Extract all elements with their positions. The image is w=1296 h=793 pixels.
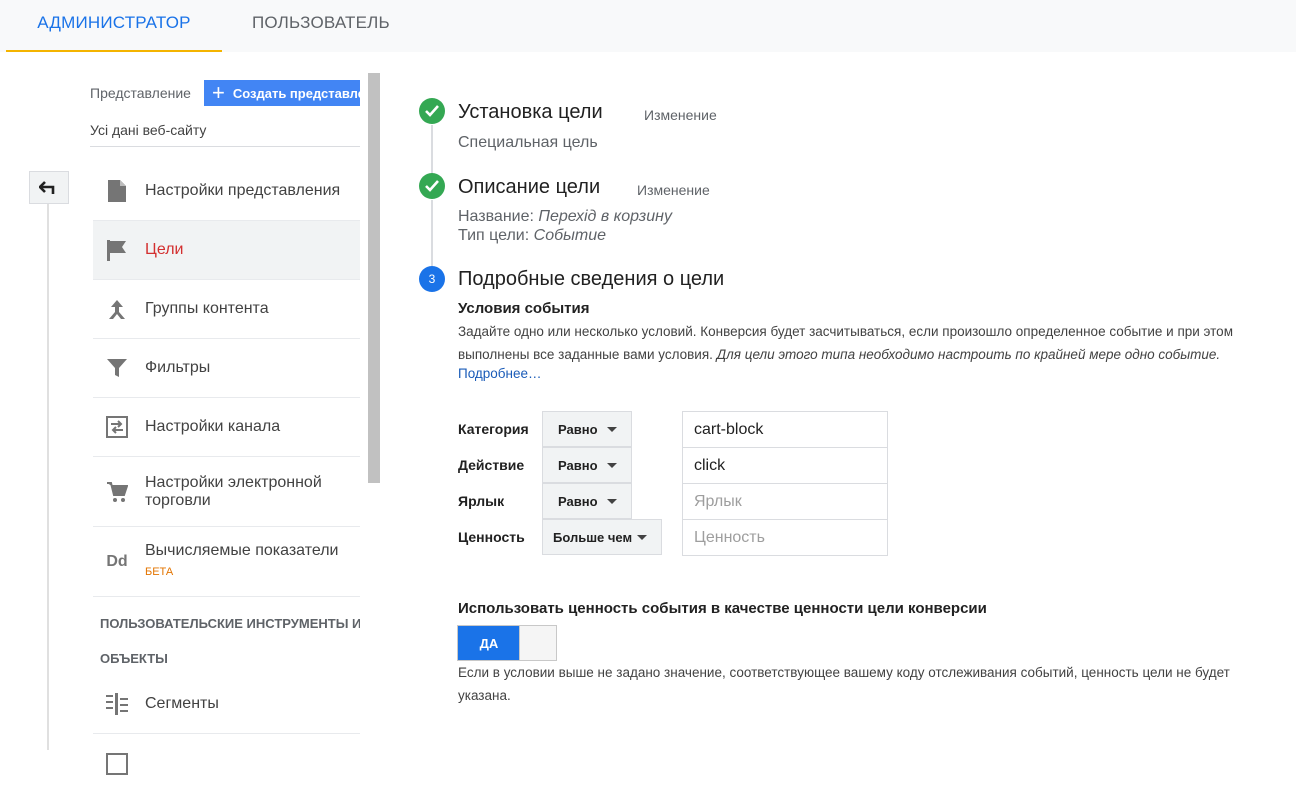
use-event-value-note: Если в условии выше не задано значение, …: [458, 665, 1230, 703]
sidebar-item-label: Настройки электронной торговли: [145, 473, 322, 509]
segments-icon: [105, 692, 129, 716]
step3-title: Подробные сведения о цели: [458, 268, 725, 290]
sidebar-item-goals[interactable]: Цели: [93, 221, 360, 280]
step2-type: Тип цели: Событие: [458, 227, 606, 245]
cart-icon: [105, 480, 129, 504]
sidebar-item-label: Настройки канала: [145, 418, 281, 435]
sidebar-item-calculated-metrics[interactable]: Dd Вычисляемые показатели БЕТА: [93, 527, 360, 597]
sidebar-item-label: Группы контента: [145, 300, 269, 317]
sidebar-item-filters[interactable]: Фильтры: [93, 339, 360, 398]
category-operator-dropdown[interactable]: Равно: [542, 411, 632, 447]
sidebar-nav: Настройки представления Цели Группы конт…: [93, 162, 360, 793]
label-label: Ярлык: [458, 493, 505, 509]
plus-icon: +: [212, 80, 225, 105]
action-operator-dropdown[interactable]: Равно: [542, 447, 632, 483]
caret-down-icon: [637, 535, 647, 540]
action-input[interactable]: [682, 447, 888, 484]
conditions-description: Задайте одно или несколько условий. Конв…: [458, 320, 1268, 366]
sidebar-item-content-groups[interactable]: Группы контента: [93, 280, 360, 339]
sidebar-item-segments[interactable]: Сегменты: [93, 675, 360, 734]
sidebar-item-partial[interactable]: [93, 734, 360, 793]
type-label: Тип цели:: [458, 227, 530, 244]
sidebar-item-text: Вычисляемые показатели БЕТА: [145, 542, 339, 581]
sidebar-scrollbar[interactable]: [368, 73, 380, 483]
sidebar-item-view-settings[interactable]: Настройки представления: [93, 162, 360, 221]
step-connector-1: [431, 125, 433, 175]
type-value: Событие: [533, 227, 606, 244]
sidebar-item-label: Вычисляемые показатели: [145, 542, 339, 559]
section-title-objects: ОБЪЕКТЫ: [100, 650, 168, 666]
label-operator-dropdown[interactable]: Равно: [542, 483, 632, 519]
step2-edit-link[interactable]: Изменение: [637, 182, 710, 198]
toggle-knob: [519, 626, 556, 660]
dd-icon: Dd: [106, 552, 128, 570]
value-operator-dropdown[interactable]: Больше чем: [542, 519, 662, 555]
conditions-desc-italic: Для цели этого типа необходимо настроить…: [716, 347, 1221, 362]
operator-label: Равно: [558, 457, 598, 473]
section-title-custom-tools: ПОЛЬЗОВАТЕЛЬСКИЕ ИНСТРУМЕНТЫ И: [100, 615, 360, 631]
use-event-value-toggle[interactable]: ДА: [457, 625, 557, 661]
list-icon: [105, 752, 129, 776]
tab-user[interactable]: ПОЛЬЗОВАТЕЛЬ: [252, 0, 390, 52]
view-select[interactable]: Усі дані веб-сайту: [90, 122, 360, 147]
check-icon: [419, 173, 445, 199]
sidebar-item-label: Сегменты: [145, 695, 219, 712]
sidebar-item-label: Цели: [145, 241, 184, 258]
category-input[interactable]: [682, 411, 888, 448]
document-icon: [105, 179, 129, 203]
tab-admin[interactable]: АДМИНИСТРАТОР: [6, 0, 222, 52]
flag-icon: [105, 238, 129, 262]
conditions-title: Условия события: [458, 300, 590, 317]
step3-number: 3: [419, 266, 445, 292]
sidebar-item-ecommerce-settings[interactable]: Настройки электронной торговли: [93, 457, 360, 527]
step1-edit-link[interactable]: Изменение: [644, 107, 717, 123]
step2-name: Название: Перехід в корзину: [458, 208, 672, 226]
caret-down-icon: [607, 499, 617, 504]
learn-more-link[interactable]: Подробнее…: [458, 366, 542, 381]
operator-label: Равно: [558, 421, 598, 437]
toggle-on-label: ДА: [458, 626, 520, 660]
sidebar-item-label: Настройки представления: [145, 182, 341, 199]
create-view-button[interactable]: + Создать представление: [204, 80, 360, 106]
step1-detail: Специальная цель: [458, 134, 598, 151]
caret-down-icon: [607, 463, 617, 468]
view-label: Представление: [90, 85, 191, 101]
category-label: Категория: [458, 421, 529, 437]
label-input[interactable]: [682, 483, 888, 520]
step2-title: Описание цели: [458, 176, 601, 198]
top-tabs: АДМИНИСТРАТОР ПОЛЬЗОВАТЕЛЬ: [0, 0, 1296, 52]
create-view-label: Создать представление: [232, 85, 360, 101]
operator-label: Больше чем: [553, 529, 633, 545]
sidebar-item-label: Фильтры: [145, 359, 211, 376]
step-connector-2: [431, 200, 433, 266]
value-label: Ценность: [458, 529, 525, 545]
action-label: Действие: [458, 457, 525, 473]
tree-line: [47, 204, 49, 750]
name-label: Название:: [458, 208, 534, 225]
caret-down-icon: [607, 427, 617, 432]
sidebar-item-channel-settings[interactable]: Настройки канала: [93, 398, 360, 457]
arrow-left-icon: [39, 180, 55, 194]
check-icon: [419, 98, 445, 124]
channel-settings-icon: [105, 415, 129, 439]
name-value: Перехід в корзину: [538, 208, 672, 225]
back-button[interactable]: [29, 171, 69, 204]
content-groups-icon: [105, 297, 129, 321]
step1-title: Установка цели: [458, 101, 603, 123]
value-input[interactable]: [682, 519, 888, 556]
operator-label: Равно: [558, 493, 598, 509]
filter-icon: [105, 356, 129, 380]
use-event-value-title: Использовать ценность события в качестве…: [458, 600, 987, 617]
beta-badge: БЕТА: [145, 566, 174, 578]
